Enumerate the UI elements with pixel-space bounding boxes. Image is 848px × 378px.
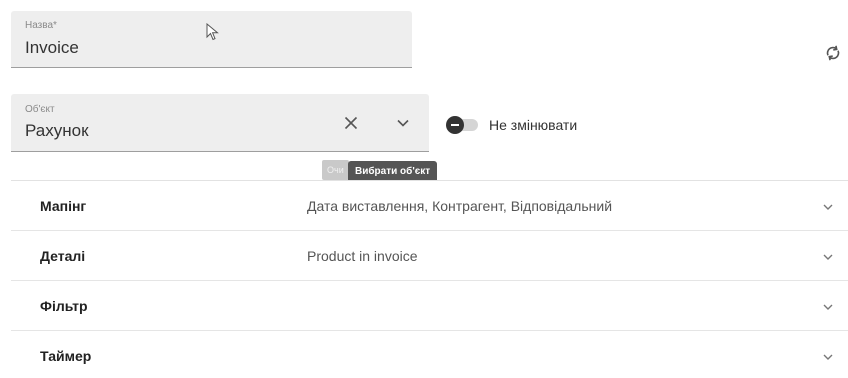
chevron-down-icon[interactable] [821, 200, 835, 214]
object-select[interactable]: Об'єкт Рахунок [11, 94, 429, 152]
close-icon [344, 116, 358, 130]
clear-tooltip: Очи [322, 160, 349, 180]
object-select-value[interactable]: Рахунок [25, 121, 89, 141]
mouse-pointer-icon [206, 23, 219, 41]
chevron-down-icon[interactable] [821, 350, 835, 364]
clear-button[interactable] [339, 111, 363, 135]
section-summary: Product in invoice [307, 248, 418, 264]
dropdown-button[interactable] [391, 111, 415, 135]
name-field[interactable]: Назва* Invoice [11, 11, 412, 68]
name-field-value[interactable]: Invoice [25, 38, 79, 58]
object-select-label: Об'єкт [25, 104, 55, 115]
section-timer[interactable]: Таймер [11, 331, 848, 378]
section-title: Фільтр [40, 298, 88, 314]
section-summary: Дата виставлення, Контрагент, Відповідал… [307, 198, 613, 214]
form-page: Назва* Invoice Об'єкт Рахунок Не змінюва… [0, 0, 848, 378]
sections-accordion: Мапінг Дата виставлення, Контрагент, Від… [11, 180, 848, 378]
section-filter[interactable]: Фільтр [11, 281, 848, 331]
refresh-icon[interactable] [822, 42, 844, 64]
toggle-label: Не змінювати [489, 117, 578, 133]
section-details[interactable]: Деталі Product in invoice [11, 231, 848, 281]
toggle-thumb [446, 116, 464, 134]
section-title: Мапінг [40, 198, 87, 214]
chevron-down-icon [397, 119, 409, 127]
section-mapping[interactable]: Мапінг Дата виставлення, Контрагент, Від… [11, 181, 848, 231]
chevron-down-icon[interactable] [821, 250, 835, 264]
name-field-label: Назва* [25, 20, 57, 31]
chevron-down-icon[interactable] [821, 300, 835, 314]
do-not-change-toggle[interactable] [446, 114, 482, 136]
section-title: Деталі [40, 248, 86, 264]
section-title: Таймер [40, 348, 92, 364]
